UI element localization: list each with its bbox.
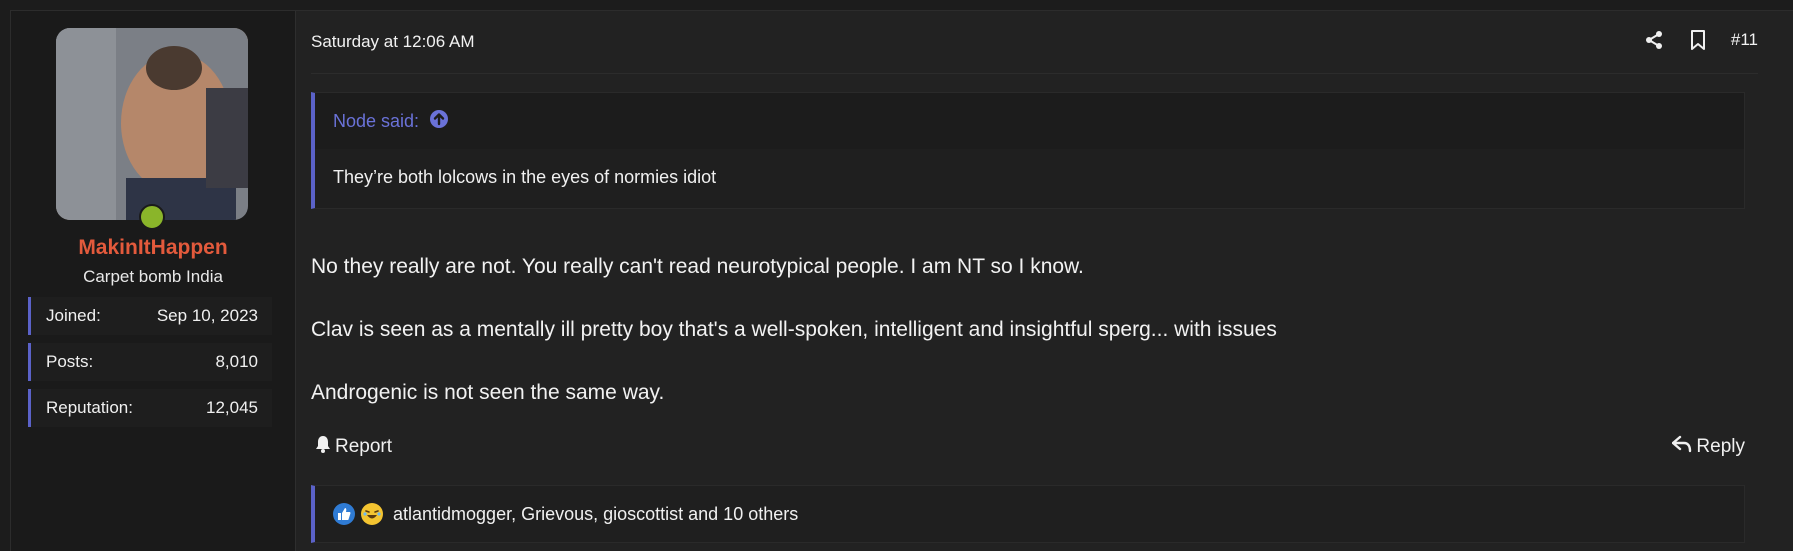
online-status-indicator bbox=[139, 204, 165, 230]
stat-value: 12,045 bbox=[206, 398, 258, 417]
message-paragraph: Clav is seen as a mentally ill pretty bo… bbox=[311, 318, 1277, 341]
quote-header: Node said: bbox=[315, 93, 1744, 149]
stat-value: 8,010 bbox=[215, 352, 258, 371]
quote-block: Node said: They’re both lolcows in the e… bbox=[311, 92, 1745, 209]
stat-reputation: Reputation: 12,045 bbox=[28, 389, 272, 427]
header-divider bbox=[311, 73, 1758, 74]
stat-label: Posts: bbox=[46, 352, 94, 371]
laugh-emoji-icon[interactable] bbox=[361, 503, 383, 525]
quote-author[interactable]: Node said: bbox=[333, 111, 419, 132]
stat-posts: Posts: 8,010 bbox=[28, 343, 272, 381]
post-container: MakinItHappen Carpet bomb India Joined: … bbox=[10, 10, 1793, 551]
report-button[interactable]: Report bbox=[315, 435, 392, 459]
user-sidebar: MakinItHappen Carpet bomb India Joined: … bbox=[11, 11, 296, 551]
username[interactable]: MakinItHappen bbox=[11, 236, 295, 260]
bookmark-icon[interactable] bbox=[1687, 29, 1709, 51]
reply-button[interactable]: Reply bbox=[1672, 435, 1745, 459]
post-date[interactable]: Saturday at 12:06 AM bbox=[311, 32, 475, 52]
arrow-up-circle-icon[interactable] bbox=[429, 109, 449, 134]
reply-label: Reply bbox=[1696, 436, 1745, 457]
bell-icon bbox=[315, 435, 331, 459]
reactions-users[interactable]: atlantidmogger, Grievous, gioscottist an… bbox=[393, 504, 798, 525]
message-paragraph: No they really are not. You really can't… bbox=[311, 255, 1084, 278]
stat-value: Sep 10, 2023 bbox=[156, 306, 258, 325]
post-main: Saturday at 12:06 AM #11 Node said: They… bbox=[311, 11, 1758, 551]
stat-label: Reputation: bbox=[46, 398, 133, 417]
avatar[interactable] bbox=[56, 28, 248, 220]
share-icon[interactable] bbox=[1643, 29, 1665, 51]
post-number-link[interactable]: #11 bbox=[1731, 30, 1758, 50]
report-label: Report bbox=[335, 436, 393, 457]
reactions-bar: atlantidmogger, Grievous, gioscottist an… bbox=[311, 485, 1745, 543]
reply-icon bbox=[1672, 435, 1692, 459]
thumbs-up-icon[interactable] bbox=[333, 503, 355, 525]
avatar-photo bbox=[56, 28, 248, 220]
quote-text: They’re both lolcows in the eyes of norm… bbox=[333, 167, 717, 187]
stat-joined: Joined: Sep 10, 2023 bbox=[28, 297, 272, 335]
stat-label: Joined: bbox=[46, 306, 101, 325]
user-title: Carpet bomb India bbox=[83, 267, 223, 286]
message-paragraph: Androgenic is not seen the same way. bbox=[311, 381, 665, 404]
post-actions: #11 bbox=[1643, 29, 1758, 51]
